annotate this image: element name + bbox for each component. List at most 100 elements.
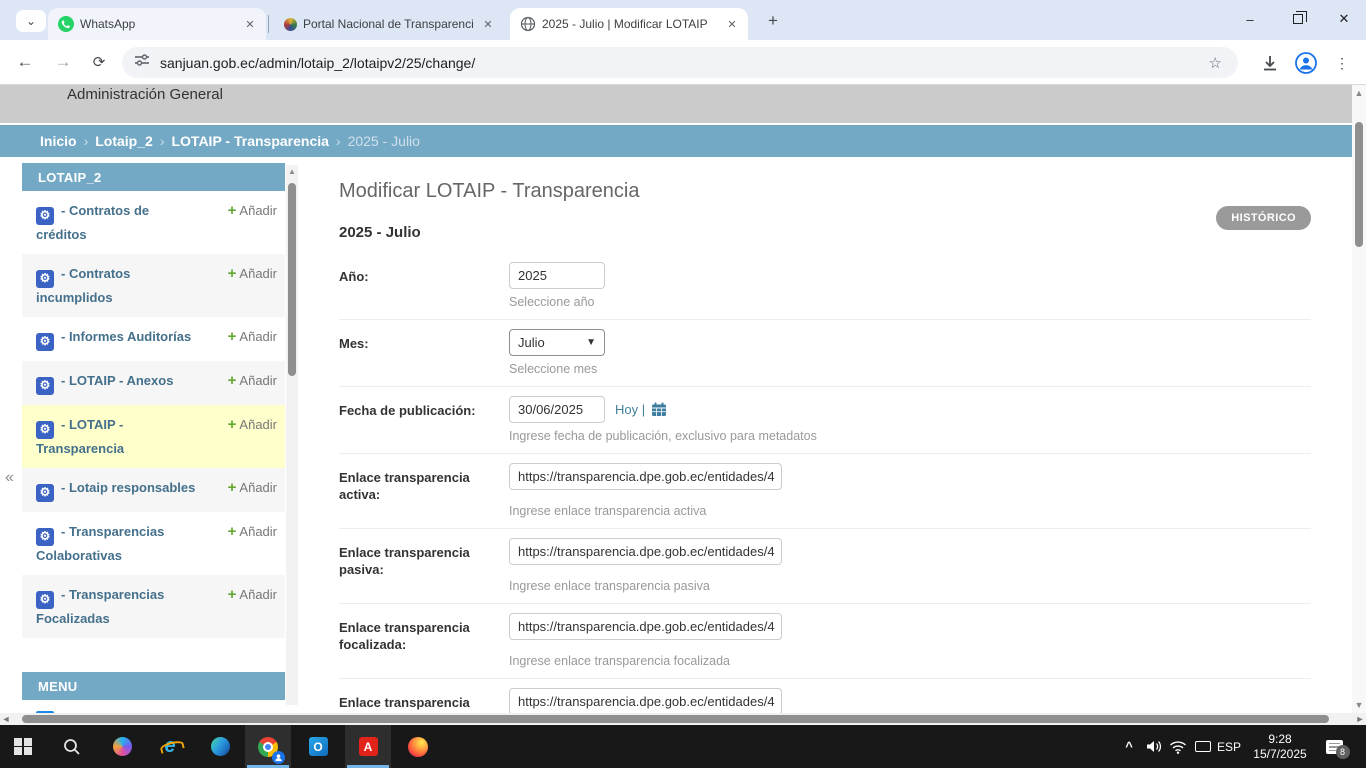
sidebar-scrollbar[interactable]: ▲ — [286, 165, 298, 705]
notification-icon: 8 — [1326, 740, 1343, 754]
scroll-right-icon[interactable]: ► — [1354, 713, 1366, 725]
change-form: Modificar LOTAIP - Transparencia HISTÓRI… — [339, 180, 1311, 713]
tray-time: 9:28 — [1268, 732, 1291, 747]
bookmark-star-icon[interactable]: ☆ — [1205, 54, 1226, 72]
taskbar-search-button[interactable] — [49, 725, 95, 768]
speaker-icon — [1146, 739, 1163, 754]
breadcrumb-lotaip-transparencia[interactable]: LOTAIP - Transparencia — [171, 133, 328, 149]
field-input[interactable]: 30/06/2025▼ — [509, 396, 605, 423]
field-input[interactable]: https://transparencia.dpe.gob.ec/entidad… — [509, 463, 782, 490]
sidebar-collapse-icon[interactable]: « — [5, 469, 14, 487]
sidebar-gap — [22, 638, 285, 672]
tray-wifi-button[interactable] — [1166, 725, 1190, 768]
sidebar-item[interactable]: - Contratos incumplidos +Añadir — [22, 254, 285, 317]
window-close-button[interactable]: ✕ — [1322, 0, 1366, 38]
form-row: Mes: Julio▼ Seleccione mes — [339, 320, 1311, 387]
sidebar-item[interactable]: - LOTAIP - Transparencia +Añadir — [22, 405, 285, 468]
add-link[interactable]: +Añadir — [228, 371, 277, 390]
taskbar-edge-button[interactable] — [197, 725, 243, 768]
taskbar-copilot-button[interactable] — [99, 725, 145, 768]
sidebar-item[interactable]: - Informes Auditorías +Añadir — [22, 317, 285, 361]
profile-avatar[interactable] — [1292, 49, 1320, 77]
tray-language-indicator[interactable]: ESP — [1214, 725, 1244, 768]
calendar-icon[interactable] — [651, 402, 667, 417]
window-minimize-button[interactable]: – — [1228, 0, 1272, 38]
form-row: Fecha de publicación: 30/06/2025▼ Hoy | … — [339, 387, 1311, 454]
taskbar-outlook-button[interactable]: O — [295, 725, 341, 768]
field-help-text: Seleccione mes — [509, 362, 1311, 377]
window-restore-button[interactable] — [1276, 0, 1320, 38]
taskbar-acrobat-button[interactable]: A — [345, 725, 391, 768]
windows-taskbar: e O A ^ ESP 9:28 15/7/2025 8 — [0, 725, 1366, 768]
add-link[interactable]: +Añadir — [228, 415, 277, 434]
tab-search-button[interactable]: ⌄ — [16, 10, 46, 32]
field-input[interactable]: https://transparencia.dpe.gob.ec/entidad… — [509, 613, 782, 640]
tray-cast-button[interactable] — [1190, 725, 1216, 768]
tab-portal-transparencia[interactable]: Portal Nacional de Transparenci ✕ — [274, 8, 504, 40]
sidebar-item[interactable]: - Contratos de créditos +Añadir — [22, 191, 285, 254]
historico-button[interactable]: HISTÓRICO — [1216, 206, 1311, 230]
address-bar[interactable]: sanjuan.gob.ec/admin/lotaip_2/lotaipv2/2… — [122, 47, 1238, 78]
internet-explorer-icon: e — [164, 735, 175, 758]
add-link[interactable]: +Añadir — [228, 264, 277, 283]
close-icon[interactable]: ✕ — [724, 16, 740, 32]
reload-button[interactable]: ⟳ — [84, 47, 114, 77]
taskbar-ie-button[interactable]: e — [147, 725, 193, 768]
scrollbar-thumb[interactable] — [1355, 122, 1363, 247]
sidebar-item-label: - Transparencias Colaborativas — [36, 522, 198, 565]
scroll-left-icon[interactable]: ◄ — [0, 713, 12, 725]
page-vertical-scrollbar[interactable]: ▲ ▼ — [1352, 85, 1366, 713]
taskbar-chrome-button[interactable] — [245, 725, 291, 768]
field-help-text: Ingrese enlace transparencia focalizada — [509, 654, 1311, 669]
field-help-text: Ingrese enlace transparencia pasiva — [509, 579, 1311, 594]
model-icon — [36, 528, 54, 546]
tab-title: WhatsApp — [80, 17, 236, 31]
browser-menu-button[interactable]: ⋮ — [1330, 49, 1354, 77]
field-input[interactable]: 2025▼ — [509, 262, 605, 289]
field-input[interactable]: https://transparencia.dpe.gob.ec/entidad… — [509, 538, 782, 565]
add-link[interactable]: +Añadir — [228, 522, 277, 541]
scroll-up-icon[interactable]: ▲ — [286, 167, 298, 176]
tray-clock[interactable]: 9:28 15/7/2025 — [1242, 725, 1318, 768]
taskbar-firefox-button[interactable] — [395, 725, 441, 768]
close-icon[interactable]: ✕ — [480, 16, 496, 32]
add-link[interactable]: +Añadir — [228, 327, 277, 346]
new-tab-button[interactable]: + — [760, 9, 786, 33]
sidebar-item[interactable]: - Páginas +Añadir — [22, 700, 285, 713]
sidebar-item[interactable]: - LOTAIP - Anexos +Añadir — [22, 361, 285, 405]
site-settings-icon[interactable] — [134, 52, 150, 73]
sidebar-item[interactable]: - Transparencias Colaborativas +Añadir — [22, 512, 285, 575]
scrollbar-thumb[interactable] — [288, 183, 296, 376]
page-horizontal-scrollbar[interactable]: ◄ ► — [0, 713, 1366, 725]
downloads-button[interactable] — [1256, 49, 1284, 77]
field-input[interactable]: https://transparencia.dpe.gob.ec/entidad… — [509, 688, 782, 713]
tab-title: 2025 - Julio | Modificar LOTAIP — [542, 17, 718, 31]
add-link[interactable]: +Añadir — [228, 478, 277, 497]
tray-show-hidden-icons[interactable]: ^ — [1118, 725, 1140, 768]
today-link[interactable]: Hoy | — [615, 402, 645, 417]
tab-active-lotaip[interactable]: 2025 - Julio | Modificar LOTAIP ✕ — [510, 8, 748, 40]
add-link[interactable]: +Añadir — [228, 585, 277, 604]
scrollbar-thumb[interactable] — [22, 715, 1329, 723]
tab-whatsapp[interactable]: WhatsApp ✕ — [48, 8, 266, 40]
tray-volume-button[interactable] — [1142, 725, 1166, 768]
start-button[interactable] — [0, 725, 46, 768]
breadcrumb-inicio[interactable]: Inicio — [40, 133, 77, 149]
sidebar-item-label: - Lotaip responsables — [36, 478, 195, 502]
sidebar-item[interactable]: - Transparencias Focalizadas +Añadir — [22, 575, 285, 638]
sidebar-section-title: LOTAIP_2 — [22, 163, 285, 191]
notification-badge: 8 — [1336, 745, 1350, 759]
tray-notification-button[interactable]: 8 — [1320, 725, 1348, 768]
tray-date: 15/7/2025 — [1253, 747, 1306, 762]
plus-icon: + — [228, 372, 237, 389]
scroll-down-icon[interactable]: ▼ — [1352, 700, 1366, 710]
breadcrumb-lotaip2[interactable]: Lotaip_2 — [95, 133, 153, 149]
add-link[interactable]: +Añadir — [228, 201, 277, 220]
field-label: Mes: — [339, 329, 489, 377]
back-button[interactable]: ← — [10, 47, 40, 77]
close-icon[interactable]: ✕ — [242, 16, 258, 32]
field-input[interactable]: Julio▼ — [509, 329, 605, 356]
forward-button[interactable]: → — [48, 47, 78, 77]
scroll-up-icon[interactable]: ▲ — [1352, 88, 1366, 98]
sidebar-item[interactable]: - Lotaip responsables +Añadir — [22, 468, 285, 512]
